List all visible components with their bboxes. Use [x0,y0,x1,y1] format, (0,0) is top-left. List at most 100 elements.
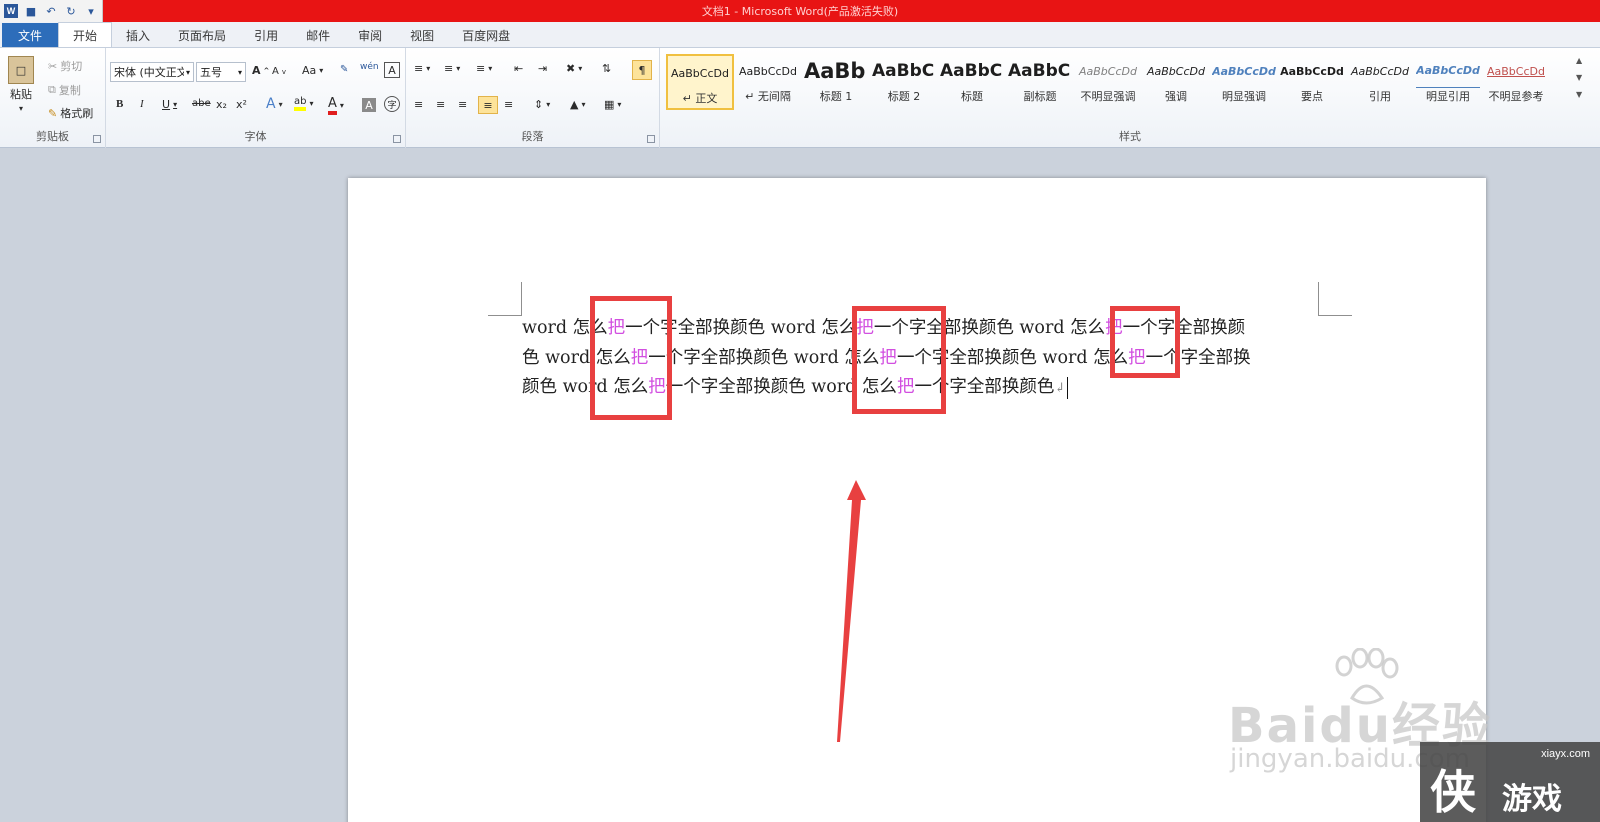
borders-icon: ▦ [604,98,615,111]
tab-references[interactable]: 引用 [240,23,292,47]
superscript-button[interactable]: x² [236,98,247,111]
tab-view[interactable]: 视图 [396,23,448,47]
underline-button[interactable]: U ▾ [162,98,177,111]
character-shading-button[interactable]: A [362,98,376,112]
numbering-button[interactable]: ≡ ▾ [444,62,460,75]
bold-button[interactable]: B [116,98,123,110]
clipboard-icon: □ [8,56,34,84]
copy-label: 复制 [58,84,81,97]
style-strong[interactable]: AaBbCcDd 要点 [1278,54,1346,110]
cut-button[interactable]: ✂ 剪切 [48,58,82,74]
tab-home[interactable]: 开始 [58,22,113,47]
text-effects-button[interactable]: A ▾ [266,96,283,112]
font-size-combo[interactable]: 五号 ▾ [196,62,246,82]
change-case-button[interactable]: Aa ▾ [302,64,323,77]
clipboard-dialog-launcher[interactable] [93,135,101,143]
tab-baidu-netdisk[interactable]: 百度网盘 [448,23,524,47]
character-border-button[interactable]: A [384,62,400,78]
style-intense-emphasis[interactable]: AaBbCcDd 明显强调 [1210,54,1278,110]
text-effects-icon: A [266,96,276,112]
borders-button[interactable]: ▦ ▾ [604,98,621,111]
style-name: 明显引用 [1426,90,1470,103]
format-painter-button[interactable]: ✎ 格式刷 [48,105,93,121]
tab-page-layout[interactable]: 页面布局 [164,23,240,47]
shrink-font-button[interactable]: Av [272,66,286,77]
increase-indent-icon: ⇥ [538,62,548,75]
chinese-layout-icon: ✖ [566,62,576,75]
style-emphasis[interactable]: AaBbCcDd 强调 [1142,54,1210,110]
align-right-button[interactable]: ≡ [458,98,467,111]
chinese-layout-button[interactable]: ✖ ▾ [566,62,582,75]
bullets-button[interactable]: ≡ ▾ [414,62,430,75]
phonetic-guide-button[interactable]: wén [360,62,379,72]
undo-icon[interactable]: ↶ [44,4,58,18]
style-subtitle[interactable]: AaBbC 副标题 [1006,54,1074,110]
decrease-indent-button[interactable]: ⇤ [514,62,523,75]
align-left-button[interactable]: ≡ [414,98,423,111]
tab-review[interactable]: 审阅 [344,23,396,47]
redo-icon[interactable]: ↻ [64,4,78,18]
italic-button[interactable]: I [140,98,144,110]
sort-button[interactable]: ⇅ [602,62,611,75]
margin-corner-top-left [488,282,522,316]
styles-scroll[interactable]: ▲ ▼ ▼ [1576,56,1582,99]
multilevel-list-button[interactable]: ≡ ▾ [476,62,492,75]
save-icon[interactable]: ■ [24,4,38,18]
align-center-button[interactable]: ≡ [436,98,445,111]
style-name: 强调 [1165,90,1187,103]
increase-indent-button[interactable]: ⇥ [538,62,547,75]
font-size-value: 五号 [200,66,222,79]
font-dialog-launcher[interactable] [393,135,401,143]
style-intense-quote[interactable]: AaBbCcDd 明显引用 [1414,54,1482,110]
highlight-button[interactable]: ab ▾ [294,96,314,111]
annotation-box [852,306,946,414]
style-sample: AaBbC [940,61,1003,81]
customize-icon[interactable]: ▾ [84,4,98,18]
style-subtle-reference[interactable]: AaBbCcDd 不明显参考 [1482,54,1550,110]
xiayx-logo-char: 侠 [1430,765,1476,819]
annotation-box [590,296,672,420]
paragraph-group: ≡ ▾ ≡ ▾ ≡ ▾ ⇤ ⇥ ✖ ▾ ⇅ ¶ ≡ ≡ ≡ ≡ ≡ ⇕ ▾ ▲ ▾ ▦ ▾ 段… [406,48,660,148]
paint-bucket-icon: ▲ [570,98,579,111]
text-run: 一个字全部换颜色 word 怎么 [648,347,880,368]
style-sample: AaBbCcDd [1147,64,1205,78]
word-app-icon[interactable]: W [4,4,18,18]
strikethrough-button[interactable]: abe [192,98,211,109]
paragraph-mark: ↲ [1054,381,1066,396]
xiayx-watermark: xiayx.com 侠 游戏 [1420,742,1600,822]
style-name: 引用 [1369,90,1391,103]
style-subtle-emphasis[interactable]: AaBbCcDd 不明显强调 [1074,54,1142,110]
style-name: 标题 [961,90,983,103]
shading-button[interactable]: ▲ ▾ [570,98,585,111]
paste-button[interactable]: □ 粘贴 ▾ [8,56,34,113]
style-quote[interactable]: AaBbCcDd 引用 [1346,54,1414,110]
subscript-button[interactable]: x₂ [216,98,227,111]
style-name: ↵ 无间隔 [745,90,791,103]
highlighter-icon: ab [294,96,307,111]
decrease-indent-icon: ⇤ [514,62,524,75]
xiayx-logo-text: 游戏 [1502,782,1562,817]
tab-mailings[interactable]: 邮件 [292,23,344,47]
justify-button[interactable]: ≡ [478,96,498,114]
copy-button[interactable]: ⧉ 复制 [48,82,81,98]
style-heading-1[interactable]: AaBb 标题 1 [802,54,870,110]
font-color-icon: A [328,96,337,115]
styles-group: AaBbCcDd ↵ 正文 AaBbCcDd ↵ 无间隔 AaBb 标题 1 A… [660,48,1600,148]
grow-font-button[interactable]: A ^ [252,64,269,77]
tab-file[interactable]: 文件 [2,23,59,47]
font-color-button[interactable]: A ▾ [328,96,344,115]
style-name: ↵ 正文 [682,92,718,105]
line-spacing-button[interactable]: ⇕ ▾ [534,98,550,111]
enclose-characters-button[interactable]: 字 [384,96,400,112]
clear-format-button[interactable]: ✎ [340,64,348,75]
tab-insert[interactable]: 插入 [112,23,164,47]
style-heading-2[interactable]: AaBbC 标题 2 [870,54,938,110]
style-title[interactable]: AaBbC 标题 [938,54,1006,110]
font-name-combo[interactable]: 宋体 (中文正文)▾ [110,62,194,82]
distributed-button[interactable]: ≡ [504,98,513,111]
show-marks-button[interactable]: ¶ [632,60,652,80]
style-normal[interactable]: AaBbCcDd ↵ 正文 [666,54,734,110]
styles-group-label: 样式 [1119,130,1141,143]
style-no-spacing[interactable]: AaBbCcDd ↵ 无间隔 [734,54,802,110]
paragraph-dialog-launcher[interactable] [647,135,655,143]
